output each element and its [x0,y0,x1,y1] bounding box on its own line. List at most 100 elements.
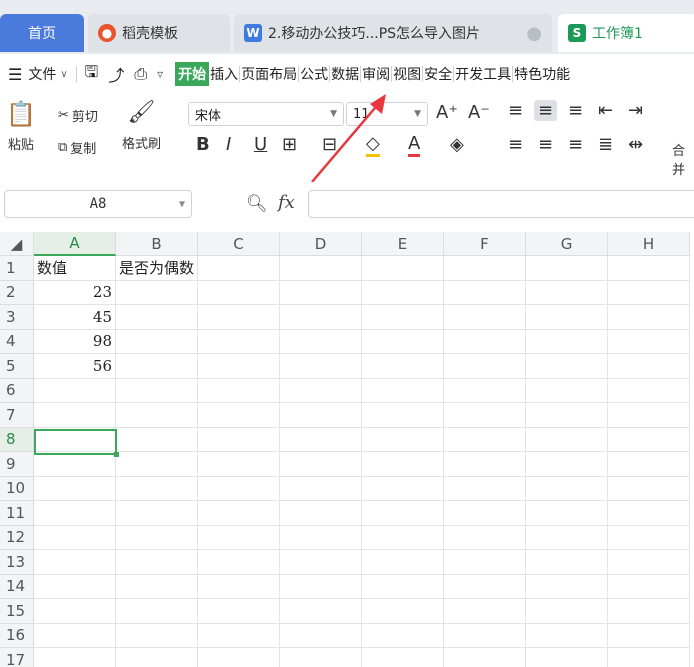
cell-h2[interactable] [608,280,690,305]
cell-h6[interactable] [608,378,690,403]
cell-c15[interactable] [198,599,280,624]
underline-icon[interactable]: U [254,134,267,155]
cell-d9[interactable] [280,452,362,477]
cell-e12[interactable] [362,525,444,550]
tab-docer-templates[interactable]: ● 稻壳模板 [88,14,230,52]
cell-b14[interactable] [116,574,198,599]
cell-h10[interactable] [608,476,690,501]
increase-indent-icon[interactable]: ⇥ [628,100,643,121]
cell-e4[interactable] [362,329,444,354]
cell-g11[interactable] [526,501,608,526]
cell-c4[interactable] [198,329,280,354]
cell-h14[interactable] [608,574,690,599]
cell-a8[interactable] [34,427,116,452]
row-header-4[interactable]: 4 [0,329,34,354]
cell-f11[interactable] [444,501,526,526]
row-header-1[interactable]: 1 [0,256,34,281]
cell-g4[interactable] [526,329,608,354]
cell-e9[interactable] [362,452,444,477]
font-color-icon[interactable]: A [408,134,421,157]
menu-tab-review[interactable]: 审阅 [361,64,391,84]
cell-e11[interactable] [362,501,444,526]
cell-b1[interactable]: 是否为偶数 [116,256,198,281]
row-header-7[interactable]: 7 [0,403,34,428]
cell-h13[interactable] [608,550,690,575]
paste-button[interactable]: 📋 粘贴 [6,100,36,153]
formula-input[interactable] [308,190,694,218]
cell-a2[interactable]: 23 [34,280,116,305]
cell-d3[interactable] [280,305,362,330]
cell-c12[interactable] [198,525,280,550]
cell-g12[interactable] [526,525,608,550]
column-header-a[interactable]: A [34,232,116,256]
cell-a4[interactable]: 98 [34,329,116,354]
clear-format-icon[interactable]: ◈ [450,134,464,155]
format-painter-button[interactable]: 🖌 格式刷 [122,100,161,152]
cell-a7[interactable] [34,403,116,428]
tab-workbook[interactable]: S 工作簿1 [558,14,694,52]
print-icon[interactable]: ⎙ [134,64,147,84]
cell-c10[interactable] [198,476,280,501]
row-header-13[interactable]: 13 [0,550,34,575]
cell-e5[interactable] [362,354,444,379]
cell-a17[interactable] [34,648,116,667]
cell-a11[interactable] [34,501,116,526]
cell-g6[interactable] [526,378,608,403]
cell-e7[interactable] [362,403,444,428]
row-header-14[interactable]: 14 [0,574,34,599]
column-header-d[interactable]: D [280,232,362,256]
borders-icon[interactable]: ⊞ [282,134,297,155]
cell-b13[interactable] [116,550,198,575]
cell-d13[interactable] [280,550,362,575]
column-header-c[interactable]: C [198,232,280,256]
cell-g8[interactable] [526,427,608,452]
cell-d17[interactable] [280,648,362,667]
cell-a3[interactable]: 45 [34,305,116,330]
cell-h17[interactable] [608,648,690,667]
row-header-17[interactable]: 17 [0,648,34,667]
cell-h8[interactable] [608,427,690,452]
cell-f8[interactable] [444,427,526,452]
row-header-16[interactable]: 16 [0,623,34,648]
cell-e14[interactable] [362,574,444,599]
menu-tab-page-layout[interactable]: 页面布局 [240,64,298,84]
cell-d4[interactable] [280,329,362,354]
distributed-icon[interactable]: ⇹ [628,134,643,155]
cell-a12[interactable] [34,525,116,550]
select-all-corner[interactable]: ◢ [0,232,34,256]
cell-g3[interactable] [526,305,608,330]
column-header-g[interactable]: G [526,232,608,256]
cell-c14[interactable] [198,574,280,599]
cell-a16[interactable] [34,623,116,648]
cell-h11[interactable] [608,501,690,526]
fx-button[interactable]: fx [278,192,295,213]
cell-e1[interactable] [362,256,444,281]
cell-d5[interactable] [280,354,362,379]
cell-h12[interactable] [608,525,690,550]
align-middle-icon[interactable]: ≡ [534,100,558,121]
menu-file[interactable]: 文件 [28,64,56,84]
cell-c2[interactable] [198,280,280,305]
menu-tab-developer[interactable]: 开发工具 [454,64,512,84]
justify-icon[interactable]: ≣ [598,134,613,155]
export-icon[interactable]: ⤴ [108,62,124,86]
cell-d16[interactable] [280,623,362,648]
italic-icon[interactable]: I [226,134,231,155]
column-header-h[interactable]: H [608,232,690,256]
cell-g10[interactable] [526,476,608,501]
align-left-icon[interactable]: ≡ [508,134,523,155]
cell-f10[interactable] [444,476,526,501]
cell-f5[interactable] [444,354,526,379]
cell-a6[interactable] [34,378,116,403]
row-header-9[interactable]: 9 [0,452,34,477]
cell-g2[interactable] [526,280,608,305]
cell-f1[interactable] [444,256,526,281]
cell-f13[interactable] [444,550,526,575]
cell-c7[interactable] [198,403,280,428]
cell-f3[interactable] [444,305,526,330]
cell-b16[interactable] [116,623,198,648]
increase-font-icon[interactable]: A⁺ [436,102,458,123]
cell-e6[interactable] [362,378,444,403]
cell-f2[interactable] [444,280,526,305]
cell-b8[interactable] [116,427,198,452]
